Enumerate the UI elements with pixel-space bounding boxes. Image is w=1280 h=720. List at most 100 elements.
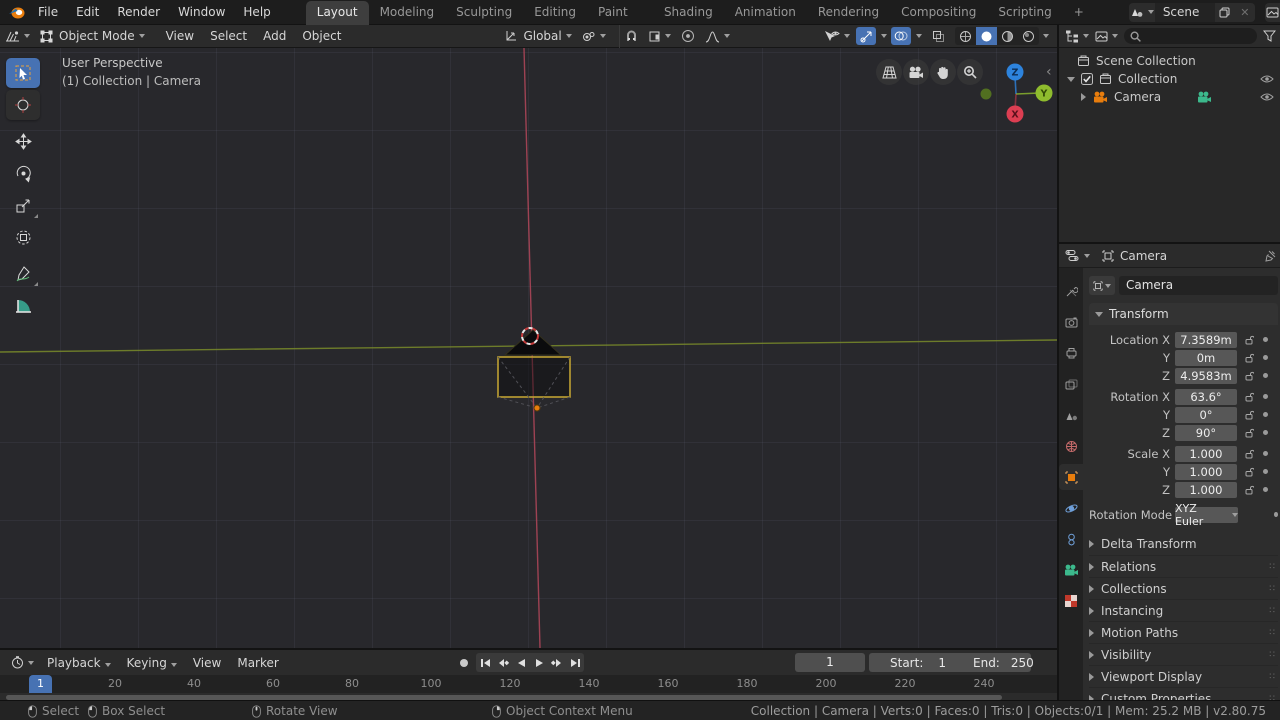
navigation-gizmo[interactable]: Z Y X [975, 58, 1057, 133]
xray-toggle[interactable] [928, 27, 948, 45]
proportional-editing-toggle[interactable] [676, 25, 700, 48]
section-instancing[interactable]: Instancing∷ [1089, 599, 1278, 621]
tab-output[interactable] [1059, 340, 1083, 366]
section-visibility[interactable]: Visibility∷ [1089, 643, 1278, 665]
workspace-tab-uv-editing[interactable]: UV Editing [523, 0, 587, 25]
grid-ortho-icon[interactable] [876, 59, 902, 85]
tool-measure[interactable] [6, 290, 40, 320]
timeline-editor-type-button[interactable] [6, 651, 39, 674]
workspace-tab-modeling[interactable]: Modeling [369, 1, 446, 25]
shading-dropdown[interactable] [1043, 34, 1049, 38]
animate-dot[interactable] [1263, 337, 1268, 342]
section-relations[interactable]: Relations∷ [1089, 555, 1278, 577]
menu-view[interactable]: View [158, 25, 202, 47]
outliner-search-input[interactable] [1124, 28, 1257, 44]
object-name-field[interactable]: Camera [1119, 276, 1278, 295]
location-z-field[interactable]: 4.9583m [1175, 368, 1237, 384]
section-collections[interactable]: Collections∷ [1089, 577, 1278, 599]
blender-logo-icon[interactable] [8, 5, 25, 19]
play-reverse-button[interactable] [512, 653, 530, 672]
outliner-row-collection[interactable]: Collection [1059, 70, 1280, 88]
menu-edit[interactable]: Edit [67, 0, 108, 24]
rotation-y-field[interactable]: 0° [1175, 407, 1237, 423]
playhead[interactable]: 1 [29, 675, 52, 693]
add-workspace-button[interactable]: + [1063, 1, 1095, 25]
current-frame-field[interactable]: 1 [795, 653, 865, 672]
rotation-mode-dropdown[interactable]: XYZ Euler [1175, 507, 1238, 523]
shading-wireframe-button[interactable] [955, 27, 976, 45]
proportional-falloff-dropdown[interactable] [700, 25, 735, 48]
lock-icon[interactable] [1241, 353, 1257, 363]
menu-timeline-view[interactable]: View [185, 652, 229, 674]
scale-x-field[interactable]: 1.000 [1175, 446, 1237, 462]
play-button[interactable] [530, 653, 548, 672]
lock-icon[interactable] [1241, 485, 1257, 495]
gizmo-axis-neg-y[interactable] [981, 89, 992, 100]
outliner-display-mode-button[interactable] [1095, 31, 1118, 42]
tab-object[interactable] [1059, 464, 1083, 490]
timeline-ruler[interactable]: 20 40 60 80 100 120 140 160 180 200 220 … [0, 675, 1057, 693]
menu-window[interactable]: Window [169, 0, 234, 24]
workspace-tab-shading[interactable]: Shading [653, 1, 724, 25]
workspace-tab-compositing[interactable]: Compositing [890, 1, 987, 25]
animate-dot[interactable] [1263, 487, 1268, 492]
rotation-x-field[interactable]: 63.6° [1175, 389, 1237, 405]
section-delta-transform[interactable]: Delta Transform [1089, 533, 1278, 555]
lock-icon[interactable] [1241, 371, 1257, 381]
collection-checkbox[interactable] [1081, 73, 1093, 85]
section-viewport-display[interactable]: Viewport Display∷ [1089, 665, 1278, 687]
animate-dot[interactable] [1263, 373, 1268, 378]
scale-z-field[interactable]: 1.000 [1175, 482, 1237, 498]
tab-scene[interactable] [1059, 402, 1083, 428]
animate-dot[interactable] [1263, 430, 1268, 435]
tab-render[interactable] [1059, 309, 1083, 335]
animate-dot[interactable] [1263, 394, 1268, 399]
pan-view-icon[interactable] [930, 59, 956, 85]
mode-selector[interactable]: Object Mode [35, 25, 150, 48]
workspace-tab-layout[interactable]: Layout [306, 1, 369, 25]
workspace-tab-rendering[interactable]: Rendering [807, 1, 890, 25]
viewport-3d[interactable]: User Perspective (1) Collection | Camera [0, 48, 1057, 648]
animate-dot[interactable] [1263, 451, 1268, 456]
tool-cursor[interactable] [6, 90, 40, 120]
jump-to-end-button[interactable] [566, 653, 584, 672]
start-frame-field[interactable]: 1 [938, 656, 946, 670]
tool-transform[interactable] [6, 222, 40, 252]
properties-editor-type-button[interactable] [1065, 249, 1090, 262]
unlink-scene-button[interactable]: ✕ [1235, 3, 1255, 22]
camera-data-icon[interactable] [1197, 91, 1212, 103]
tab-texture[interactable] [1059, 588, 1083, 614]
editor-type-button[interactable] [0, 25, 35, 48]
gizmos-dropdown[interactable] [881, 34, 887, 38]
jump-to-start-button[interactable] [476, 653, 494, 672]
tab-object-data[interactable] [1059, 557, 1083, 583]
gizmo-axis-x[interactable]: X [1007, 106, 1024, 123]
workspace-tab-sculpting[interactable]: Sculpting [445, 1, 523, 25]
object-id-icon-button[interactable] [1089, 276, 1115, 295]
lock-icon[interactable] [1241, 449, 1257, 459]
tool-scale[interactable] [6, 190, 40, 220]
camera-origin-point[interactable] [534, 405, 540, 411]
menu-marker[interactable]: Marker [229, 652, 286, 674]
end-frame-field[interactable]: 250 [1011, 656, 1034, 670]
outliner-filter-button[interactable] [1263, 30, 1276, 42]
camera-object[interactable] [492, 320, 584, 420]
location-x-field[interactable]: 7.3589m [1175, 332, 1237, 348]
workspace-tab-animation[interactable]: Animation [724, 1, 807, 25]
workspace-tab-texture-paint[interactable]: Texture Paint [587, 0, 653, 25]
menu-select[interactable]: Select [202, 25, 255, 47]
gizmo-axis-z[interactable]: Z [1007, 64, 1024, 81]
outliner-row-camera[interactable]: Camera [1059, 88, 1280, 106]
rotation-z-field[interactable]: 90° [1175, 425, 1237, 441]
scene-icon[interactable] [1129, 3, 1155, 22]
animate-dot[interactable] [1263, 355, 1268, 360]
lock-icon[interactable] [1241, 467, 1257, 477]
hide-in-viewport-toggle[interactable] [1260, 92, 1274, 102]
menu-add[interactable]: Add [255, 25, 294, 47]
scene-name[interactable]: Scene [1155, 5, 1215, 19]
tab-tool[interactable] [1059, 278, 1083, 304]
outliner-row-scene-collection[interactable]: Scene Collection [1059, 52, 1280, 70]
menu-playback[interactable]: Playback [39, 652, 119, 674]
tool-annotate[interactable] [6, 258, 40, 288]
hide-in-viewport-toggle[interactable] [1260, 74, 1274, 84]
